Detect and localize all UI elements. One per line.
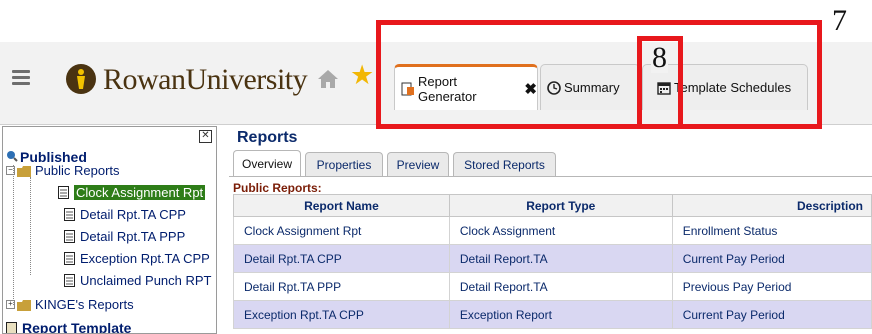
tab-label: Overview: [241, 157, 292, 171]
tree-label: Exception Rpt.TA CPP: [80, 251, 210, 266]
tree-label: Unclaimed Punch RPT: [80, 273, 212, 288]
column-header-report-type[interactable]: Report Type: [448, 194, 673, 217]
cell-description: Current Pay Period: [671, 300, 872, 329]
tab-stored-reports[interactable]: Stored Reports: [453, 152, 556, 177]
cell-report-type: Exception Report: [448, 300, 673, 329]
page-title: Reports: [237, 129, 298, 146]
table-header-row: Report Name Report Type Description: [233, 194, 872, 217]
tree-label: Detail Rpt.TA CPP: [80, 207, 186, 222]
annotation-box-7: [376, 20, 822, 129]
rowan-logo-icon: [66, 64, 96, 94]
tab-overview[interactable]: Overview: [233, 150, 301, 177]
table-row[interactable]: Exception Rpt.TA CPP Exception Report Cu…: [233, 300, 872, 329]
document-icon: [64, 274, 75, 287]
table-row[interactable]: Detail Rpt.TA PPP Detail Report.TA Previ…: [233, 272, 872, 301]
menu-icon[interactable]: [12, 70, 30, 86]
favorite-star-icon[interactable]: ★: [350, 62, 374, 89]
column-header-description[interactable]: Description: [671, 194, 872, 217]
tree-node-report-template[interactable]: Report Template: [6, 320, 132, 334]
tree-label: Detail Rpt.TA PPP: [80, 229, 186, 244]
cell-report-type: Detail Report.TA: [448, 244, 673, 273]
document-icon: [64, 230, 75, 243]
home-icon[interactable]: [316, 67, 340, 91]
document-icon: [64, 208, 75, 221]
cell-description: Current Pay Period: [671, 244, 872, 273]
annotation-number-7: 7: [832, 4, 847, 37]
expand-icon[interactable]: +: [6, 300, 15, 309]
tree-node-kinge-reports[interactable]: + KINGE's Reports: [6, 297, 134, 312]
tree-label: Public Reports: [35, 163, 120, 178]
reports-table: Report Name Report Type Description Cloc…: [233, 194, 872, 329]
tree-label: Clock Assignment Rpt: [74, 185, 206, 200]
cell-report-name[interactable]: Detail Rpt.TA PPP: [233, 272, 450, 301]
collapse-icon[interactable]: −: [6, 166, 15, 175]
template-icon: [6, 321, 17, 333]
tree-item-exception-cpp[interactable]: Exception Rpt.TA CPP: [64, 251, 210, 266]
table-row[interactable]: Detail Rpt.TA CPP Detail Report.TA Curre…: [233, 244, 872, 273]
report-tree-panel: ✕ Published − Public Reports Clock Assig…: [2, 126, 217, 334]
tab-divider: [229, 176, 872, 177]
document-icon: [58, 186, 69, 199]
tree-node-public-reports[interactable]: − Public Reports: [6, 163, 120, 178]
tab-label: Stored Reports: [464, 158, 545, 172]
tree-label: KINGE's Reports: [35, 297, 134, 312]
tab-label: Properties: [316, 158, 372, 172]
cell-description: Enrollment Status: [671, 216, 872, 245]
tree-item-detail-cpp[interactable]: Detail Rpt.TA CPP: [64, 207, 186, 222]
tree-label: Report Template: [22, 320, 132, 334]
tab-properties[interactable]: Properties: [305, 152, 383, 177]
cell-report-name[interactable]: Exception Rpt.TA CPP: [233, 300, 450, 329]
tab-label: Preview: [396, 158, 440, 172]
tree-item-detail-ppp[interactable]: Detail Rpt.TA PPP: [64, 229, 185, 244]
column-header-report-name[interactable]: Report Name: [233, 194, 450, 217]
cell-description: Previous Pay Period: [671, 272, 872, 301]
tree-item-clock-assignment[interactable]: Clock Assignment Rpt: [58, 185, 206, 200]
cell-report-type: Clock Assignment: [448, 216, 673, 245]
document-icon: [64, 252, 75, 265]
annotation-number-8: 8: [651, 41, 668, 74]
brand-name: RowanUniversity: [103, 63, 308, 96]
table-row[interactable]: Clock Assignment Rpt Clock Assignment En…: [233, 216, 872, 245]
cell-report-type: Detail Report.TA: [448, 272, 673, 301]
cell-report-name[interactable]: Detail Rpt.TA CPP: [233, 244, 450, 273]
cell-report-name[interactable]: Clock Assignment Rpt: [233, 216, 450, 245]
close-panel-icon[interactable]: ✕: [199, 130, 212, 143]
folder-icon: [17, 299, 32, 311]
tab-preview[interactable]: Preview: [387, 152, 449, 177]
tree-item-unclaimed-punch[interactable]: Unclaimed Punch RPT: [64, 273, 212, 288]
section-label: Public Reports:: [233, 181, 322, 195]
folder-icon: [17, 165, 32, 177]
